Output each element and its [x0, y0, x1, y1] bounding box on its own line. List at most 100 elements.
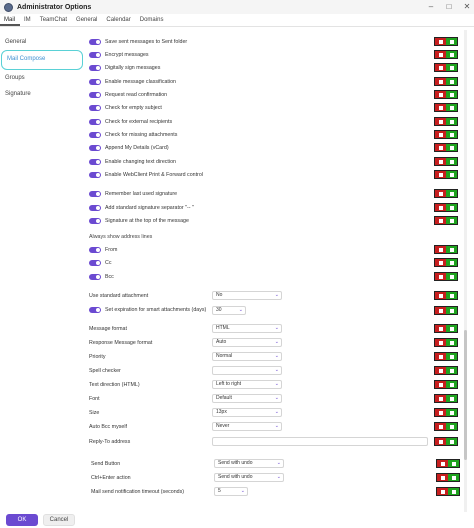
scrollbar[interactable]	[464, 30, 467, 512]
permission-toggle[interactable]	[434, 380, 458, 389]
sidebar-item-general[interactable]: General	[0, 34, 84, 50]
tab-domains[interactable]: Domains	[136, 15, 169, 26]
cancel-button[interactable]: Cancel	[43, 514, 75, 526]
permission-toggle[interactable]	[434, 272, 458, 281]
permission-toggle[interactable]	[434, 366, 458, 375]
deny-option[interactable]	[435, 118, 446, 125]
permission-toggle[interactable]	[434, 352, 458, 361]
deny-option[interactable]	[435, 395, 446, 402]
allow-option[interactable]	[446, 78, 457, 85]
deny-option[interactable]	[435, 353, 446, 360]
permission-toggle[interactable]	[434, 189, 458, 198]
deny-option[interactable]	[435, 91, 446, 98]
toggle-switch[interactable]	[89, 159, 101, 165]
sidebar-item-groups[interactable]: Groups	[0, 70, 84, 86]
permission-toggle[interactable]	[434, 306, 458, 315]
reply-to-input[interactable]	[212, 437, 428, 446]
deny-option[interactable]	[435, 217, 446, 224]
permission-toggle[interactable]	[434, 90, 458, 99]
permission-toggle[interactable]	[436, 473, 460, 482]
permission-toggle[interactable]	[436, 459, 460, 468]
tab-general[interactable]: General	[72, 15, 102, 26]
permission-toggle[interactable]	[434, 170, 458, 179]
allow-option[interactable]	[446, 91, 457, 98]
toggle-switch[interactable]	[89, 260, 101, 266]
allow-option[interactable]	[446, 381, 457, 388]
permission-toggle[interactable]	[436, 487, 460, 496]
deny-option[interactable]	[435, 38, 446, 45]
allow-option[interactable]	[446, 325, 457, 332]
ctrl-enter-select[interactable]: Send with undo ⌄	[214, 473, 284, 482]
permission-toggle[interactable]	[434, 258, 458, 267]
allow-option[interactable]	[446, 158, 457, 165]
deny-option[interactable]	[437, 460, 448, 467]
toggle-switch[interactable]	[89, 119, 101, 125]
permission-toggle[interactable]	[434, 291, 458, 300]
sidebar-item-mail-compose[interactable]: Mail Compose	[1, 50, 83, 70]
permission-toggle[interactable]	[434, 324, 458, 333]
allow-option[interactable]	[446, 438, 457, 445]
allow-option[interactable]	[446, 339, 457, 346]
font-select[interactable]: Default ⌄	[212, 394, 282, 403]
allow-option[interactable]	[446, 131, 457, 138]
deny-option[interactable]	[435, 292, 446, 299]
permission-toggle[interactable]	[434, 50, 458, 59]
deny-option[interactable]	[435, 339, 446, 346]
allow-option[interactable]	[446, 38, 457, 45]
close-icon[interactable]: ✕	[462, 2, 472, 12]
toggle-switch[interactable]	[89, 92, 101, 98]
minimize-icon[interactable]: –	[426, 2, 436, 12]
allow-option[interactable]	[446, 118, 457, 125]
deny-option[interactable]	[435, 64, 446, 71]
permission-toggle[interactable]	[434, 117, 458, 126]
ok-button[interactable]: OK	[6, 514, 38, 526]
permission-toggle[interactable]	[434, 203, 458, 212]
deny-option[interactable]	[435, 381, 446, 388]
size-select[interactable]: 13px ⌄	[212, 408, 282, 417]
allow-option[interactable]	[446, 51, 457, 58]
deny-option[interactable]	[435, 423, 446, 430]
allow-option[interactable]	[446, 423, 457, 430]
tab-calendar[interactable]: Calendar	[102, 15, 135, 26]
deny-option[interactable]	[435, 438, 446, 445]
deny-option[interactable]	[435, 307, 446, 314]
permission-toggle[interactable]	[434, 157, 458, 166]
send-button-select[interactable]: Send with undo ⌄	[214, 459, 284, 468]
deny-option[interactable]	[435, 171, 446, 178]
priority-select[interactable]: Normal ⌄	[212, 352, 282, 361]
permission-toggle[interactable]	[434, 103, 458, 112]
auto-bcc-select[interactable]: Never ⌄	[212, 422, 282, 431]
toggle-switch[interactable]	[89, 132, 101, 138]
scrollbar-thumb[interactable]	[464, 330, 467, 460]
use-standard-attachment-select[interactable]: No ⌄	[212, 291, 282, 300]
allow-option[interactable]	[446, 104, 457, 111]
toggle-switch[interactable]	[89, 105, 101, 111]
toggle-switch[interactable]	[89, 218, 101, 224]
allow-option[interactable]	[448, 460, 459, 467]
allow-option[interactable]	[446, 292, 457, 299]
permission-toggle[interactable]	[434, 37, 458, 46]
deny-option[interactable]	[435, 144, 446, 151]
deny-option[interactable]	[435, 78, 446, 85]
send-timeout-select[interactable]: 5 ⌄	[214, 487, 248, 496]
response-format-select[interactable]: Auto ⌄	[212, 338, 282, 347]
permission-toggle[interactable]	[434, 130, 458, 139]
deny-option[interactable]	[435, 273, 446, 280]
deny-option[interactable]	[435, 131, 446, 138]
toggle-switch[interactable]	[89, 65, 101, 71]
allow-option[interactable]	[446, 307, 457, 314]
allow-option[interactable]	[446, 353, 457, 360]
permission-toggle[interactable]	[434, 408, 458, 417]
permission-toggle[interactable]	[434, 437, 458, 446]
permission-toggle[interactable]	[434, 394, 458, 403]
deny-option[interactable]	[435, 367, 446, 374]
toggle-switch[interactable]	[89, 172, 101, 178]
deny-option[interactable]	[435, 104, 446, 111]
sidebar-item-signature[interactable]: Signature	[0, 86, 84, 102]
deny-option[interactable]	[435, 51, 446, 58]
maximize-icon[interactable]: □	[444, 2, 454, 12]
deny-option[interactable]	[437, 488, 448, 495]
allow-option[interactable]	[446, 246, 457, 253]
toggle-switch[interactable]	[89, 145, 101, 151]
permission-toggle[interactable]	[434, 216, 458, 225]
